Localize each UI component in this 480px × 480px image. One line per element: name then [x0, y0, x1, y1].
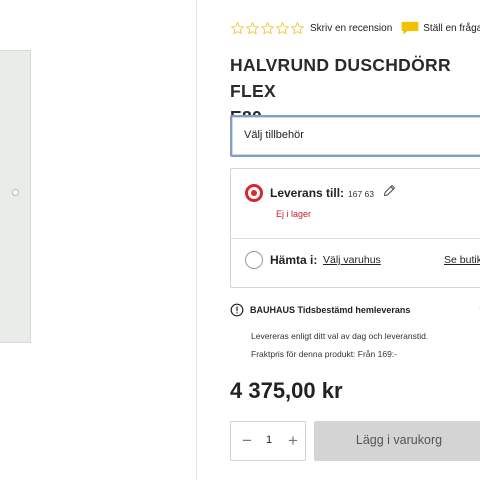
delivery-divider	[231, 238, 480, 239]
star-icon	[246, 21, 259, 34]
review-row: Skriv en recension Ställ en fråga	[230, 18, 480, 38]
pencil-icon[interactable]	[382, 183, 397, 198]
quantity-stepper: − 1 +	[230, 421, 306, 461]
stock-status: Ej i lager	[276, 209, 312, 219]
shipping-info-row: BAUHAUS Tidsbestämd hemleverans	[230, 302, 410, 318]
shipping-info-line2: Fraktpris för denna produkt: Från 169:-	[251, 349, 397, 359]
shipping-info-title: BAUHAUS Tidsbestämd hemleverans	[250, 305, 411, 315]
accessories-select[interactable]: Välj tillbehör	[230, 115, 480, 157]
star-icon	[291, 21, 304, 34]
accessories-select-label: Välj tillbehör	[244, 129, 304, 141]
product-price: 4 375,00 kr	[230, 378, 343, 403]
delivery-options: Leverans till: 167 63 Ej i lager Hämta i…	[230, 168, 480, 288]
increase-quantity-button[interactable]: +	[283, 431, 303, 451]
ask-question-link[interactable]: Ställ en fråga	[423, 23, 480, 34]
shipping-info-line1: Levereras enligt ditt val av dag och lev…	[251, 331, 429, 341]
postcode: 167 63	[348, 189, 374, 199]
star-icon	[231, 21, 244, 34]
add-to-cart-label: Lägg i varukorg	[355, 433, 443, 447]
product-image-area[interactable]	[0, 0, 196, 480]
door-knob	[12, 189, 19, 196]
add-to-cart-button[interactable]: Lägg i varukorg	[314, 421, 480, 461]
see-stores-link[interactable]: Se butik	[444, 254, 480, 266]
star-icon	[276, 21, 289, 34]
choose-store-link[interactable]: Välj varuhus	[323, 254, 381, 266]
image-divider	[196, 0, 197, 480]
pickup-radio[interactable]	[245, 251, 263, 269]
pickup-label: Hämta i:	[270, 253, 318, 267]
alert-circle-icon	[230, 303, 244, 317]
decrease-quantity-button[interactable]: −	[237, 431, 257, 451]
quantity-value[interactable]: 1	[261, 434, 277, 446]
home-delivery-label: Leverans till:	[270, 186, 345, 200]
product-panel: Skriv en recension Ställ en fråga HALVRU…	[230, 0, 480, 480]
star-icon	[261, 21, 274, 34]
write-review-link[interactable]: Skriv en recension	[310, 23, 392, 34]
rating-stars[interactable]	[230, 21, 305, 36]
home-delivery-radio[interactable]	[245, 184, 263, 202]
chat-bubble-icon[interactable]	[400, 20, 420, 37]
product-image-door	[0, 50, 31, 343]
